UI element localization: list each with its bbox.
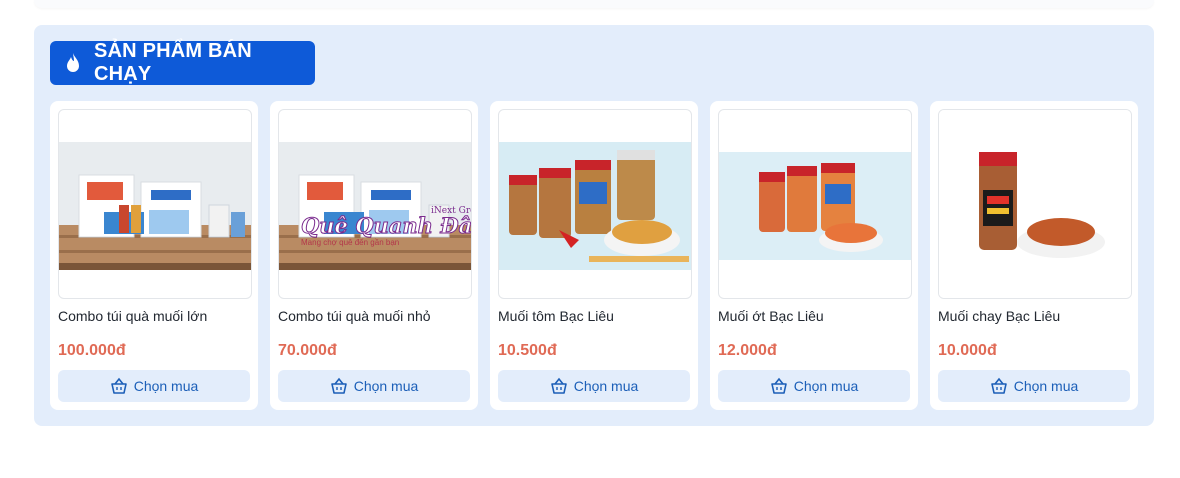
fire-icon	[64, 52, 84, 74]
previous-section-edge	[34, 0, 1154, 8]
product-name[interactable]: Combo túi quà muối lớn	[58, 308, 207, 324]
buy-button[interactable]: Chọn mua	[58, 370, 250, 402]
product-card[interactable]: iNext Group Quê Quanh Đây.com Mang chợ q…	[270, 101, 478, 410]
buy-button[interactable]: Chọn mua	[938, 370, 1130, 402]
product-image[interactable]: iNext Group Quê Quanh Đây.com Mang chợ q…	[278, 109, 472, 299]
section-title: SẢN PHẨM BÁN CHẠY	[93, 40, 252, 85]
product-name[interactable]: Muối ớt Bạc Liêu	[718, 308, 824, 324]
basket-icon	[330, 377, 348, 395]
product-name[interactable]: Muối tôm Bạc Liêu	[498, 308, 614, 324]
basket-icon	[770, 377, 788, 395]
product-price: 10.000đ	[938, 342, 997, 359]
buy-button-label: Chọn mua	[573, 378, 639, 394]
best-sellers-section: SẢN PHẨM BÁN CHẠY Combo túi quà muối lớn…	[34, 25, 1154, 426]
product-card[interactable]: Muối ớt Bạc Liêu 12.000đ Chọn mua	[710, 101, 918, 410]
buy-button-label: Chọn mua	[793, 378, 859, 394]
product-card[interactable]: Muối chay Bạc Liêu 10.000đ Chọn mua	[930, 101, 1138, 410]
product-price: 12.000đ	[718, 342, 777, 359]
basket-icon	[550, 377, 568, 395]
product-card[interactable]: Muối tôm Bạc Liêu 10.500đ Chọn mua	[490, 101, 698, 410]
product-price: 10.500đ	[498, 342, 557, 359]
product-list: Combo túi quà muối lớn 100.000đ Chọn mua	[50, 101, 1138, 410]
product-name[interactable]: Combo túi quà muối nhỏ	[278, 308, 431, 324]
buy-button[interactable]: Chọn mua	[278, 370, 470, 402]
product-name[interactable]: Muối chay Bạc Liêu	[938, 308, 1060, 324]
buy-button[interactable]: Chọn mua	[498, 370, 690, 402]
watermark-logo: Quê Quanh Đây.com	[300, 213, 472, 239]
product-card[interactable]: Combo túi quà muối lớn 100.000đ Chọn mua	[50, 101, 258, 410]
section-header: SẢN PHẨM BÁN CHẠY	[50, 40, 315, 85]
product-image[interactable]	[718, 109, 912, 299]
product-image[interactable]	[938, 109, 1132, 299]
watermark-tagline: Mang chợ quê đến gần bạn	[301, 238, 400, 247]
product-price: 100.000đ	[58, 342, 126, 359]
product-image[interactable]	[498, 109, 692, 299]
buy-button-label: Chọn mua	[353, 378, 419, 394]
product-price: 70.000đ	[278, 342, 337, 359]
buy-button-label: Chọn mua	[133, 378, 199, 394]
basket-icon	[110, 377, 128, 395]
buy-button-label: Chọn mua	[1013, 378, 1079, 394]
basket-icon	[990, 377, 1008, 395]
buy-button[interactable]: Chọn mua	[718, 370, 910, 402]
product-image[interactable]	[58, 109, 252, 299]
